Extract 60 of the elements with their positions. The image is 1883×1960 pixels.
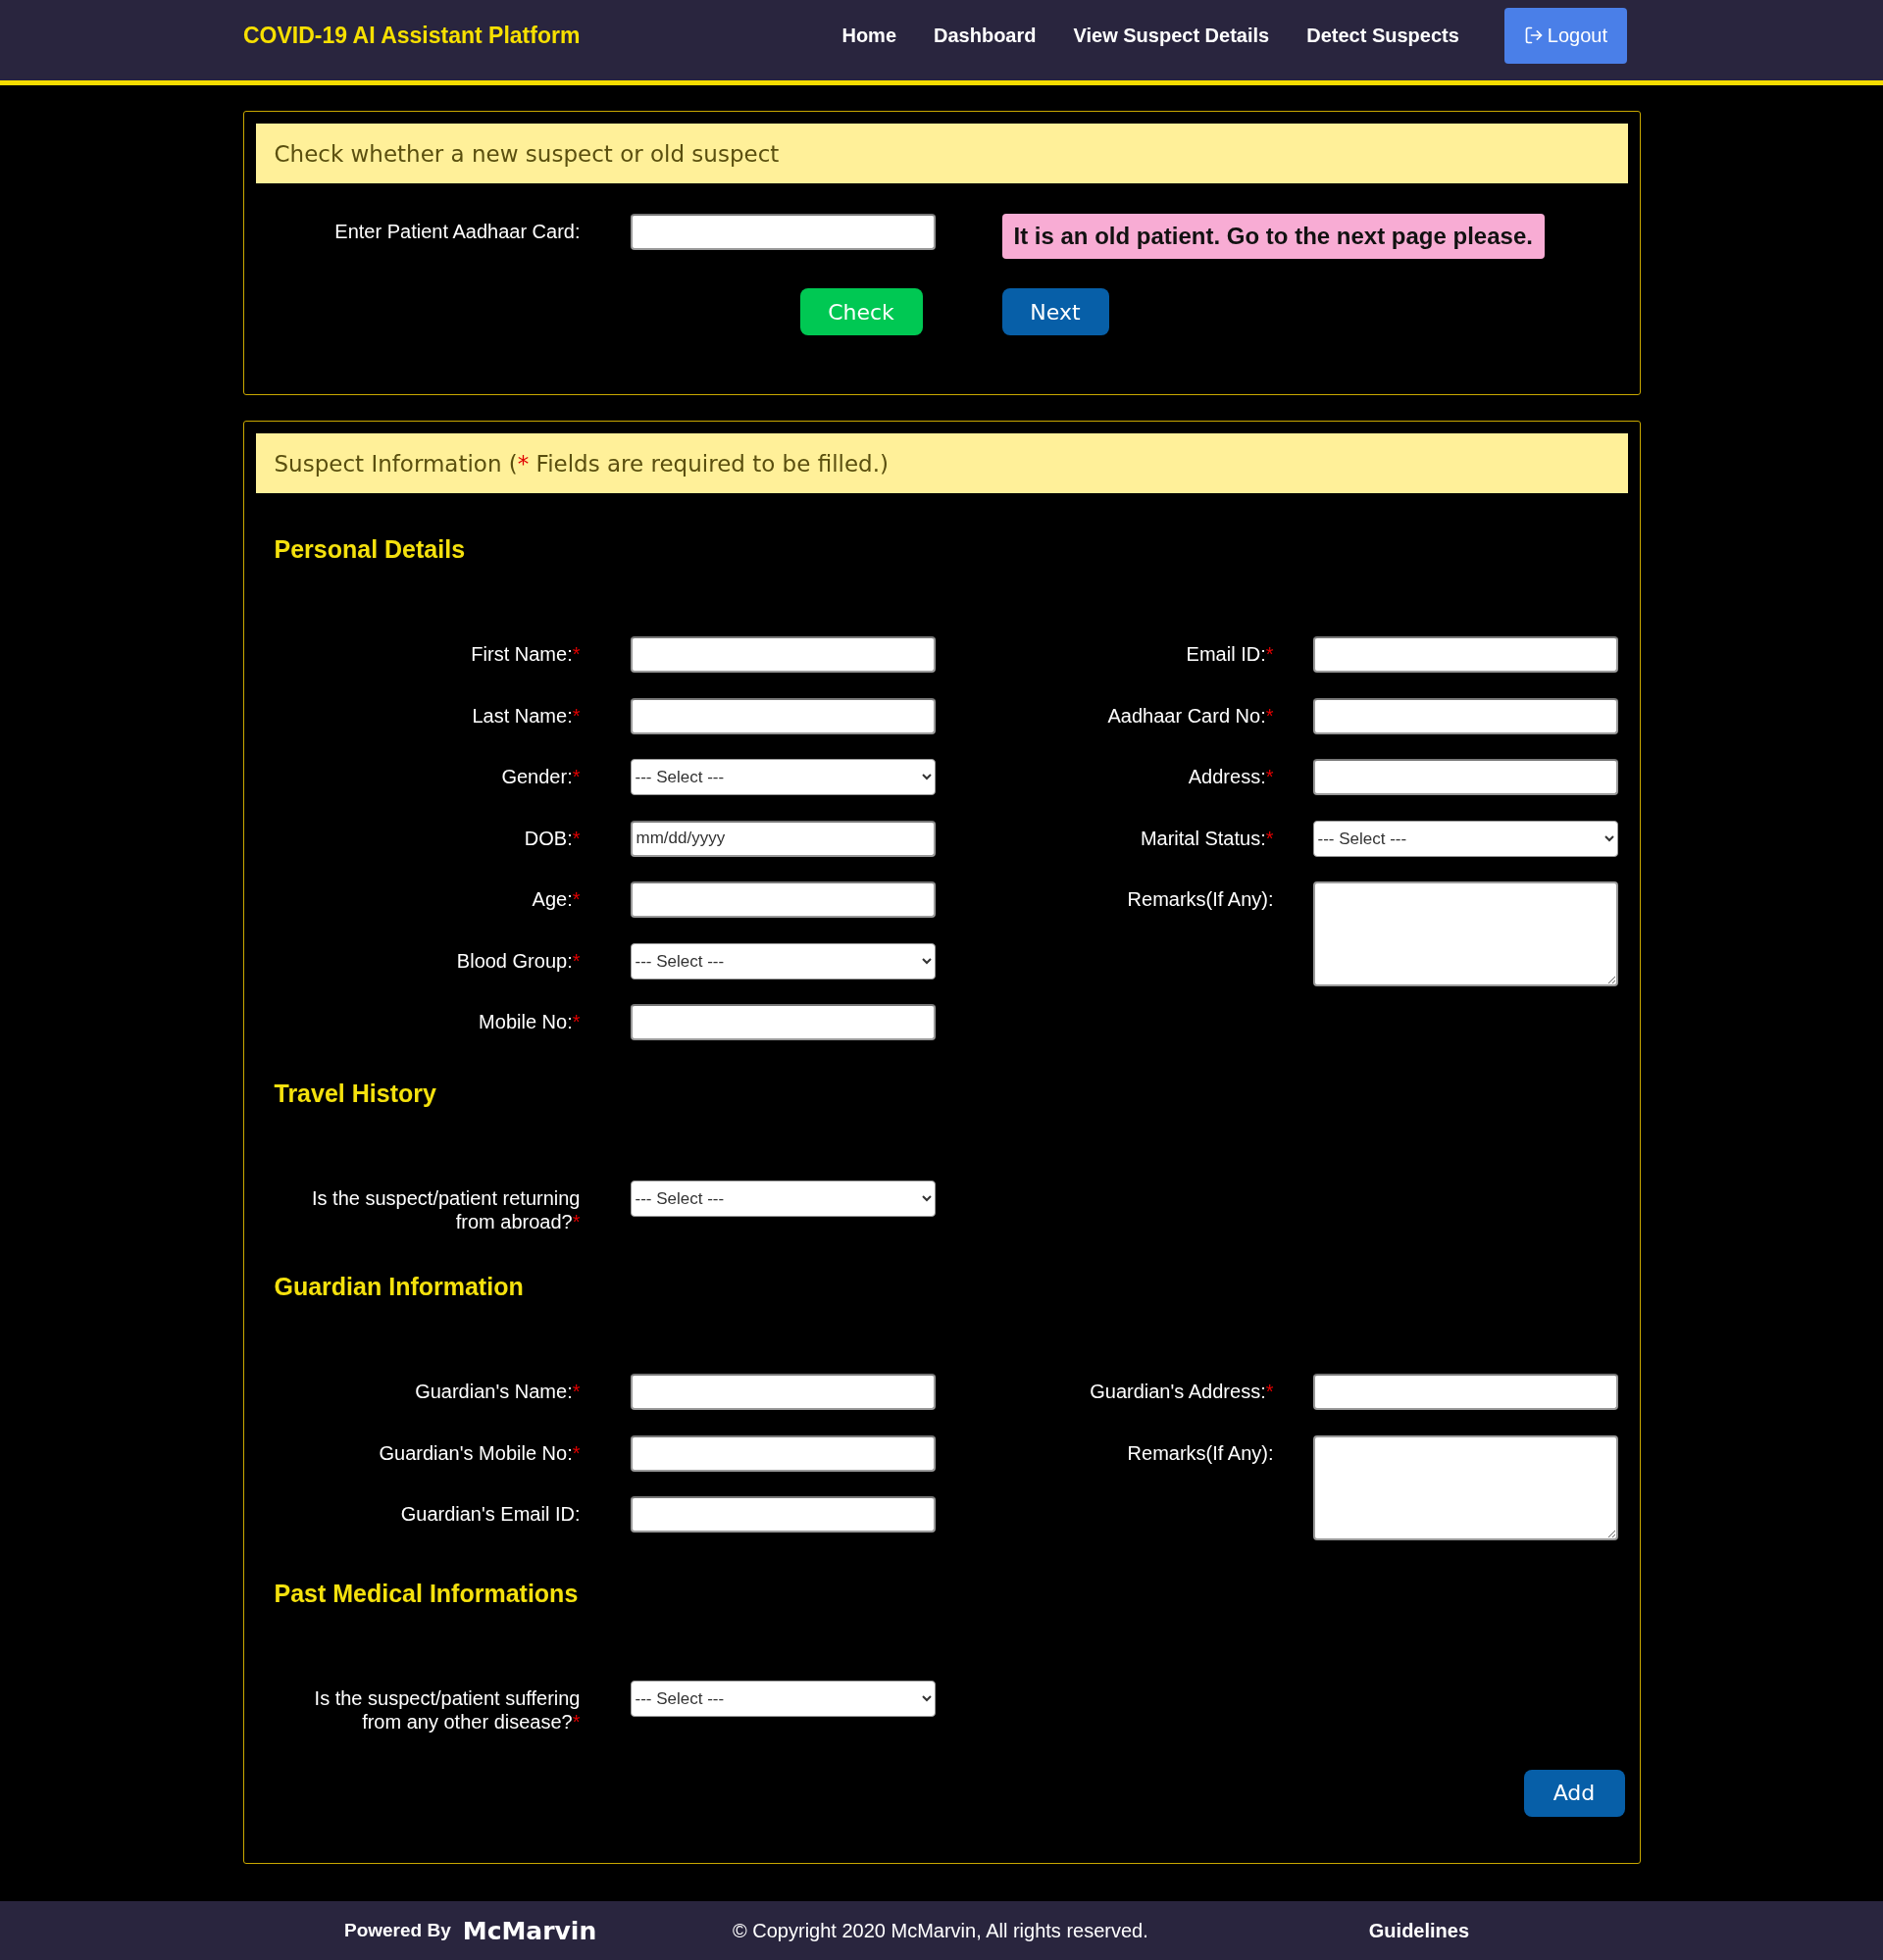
powered-by-text: Powered By: [344, 1920, 451, 1941]
select-field[interactable]: --- Select ---: [630, 942, 936, 980]
field-label: Guardian's Mobile No:*: [379, 1440, 581, 1466]
section-heading: Guardian Information: [274, 1272, 525, 1302]
brand-title: COVID-19 AI Assistant Platform: [243, 22, 582, 49]
select-field[interactable]: --- Select ---: [630, 1680, 936, 1717]
text-area[interactable]: [1312, 1434, 1618, 1540]
footer-logo: McMarvin: [462, 1916, 597, 1945]
card-title: Suspect Information (* Fields are required to be filled.): [274, 450, 889, 477]
select-field[interactable]: --- Select ---: [630, 1181, 936, 1217]
text-field[interactable]: [630, 1004, 936, 1040]
logout-icon: [1523, 25, 1544, 45]
section-heading: Past Medical Informations: [274, 1578, 580, 1609]
text-field[interactable]: [630, 636, 936, 673]
status-message: It is an old patient. Go to the next page please.: [1001, 214, 1545, 259]
field-label: Blood Group:*: [456, 948, 581, 974]
field-label: Email ID:*: [1186, 642, 1274, 667]
field-label: Last Name:*: [472, 703, 581, 729]
aadhaar-field[interactable]: [630, 214, 936, 250]
section-heading: Travel History: [274, 1079, 437, 1109]
field-label: Address:*: [1188, 765, 1274, 789]
field-label: Remarks(If Any):: [1127, 887, 1274, 912]
copyright-text: © Copyright 2020 McMarvin, All rights reserved.: [733, 1919, 1148, 1942]
select-field[interactable]: --- Select ---: [630, 759, 936, 795]
nav-link[interactable]: Home: [841, 24, 896, 47]
nav-link[interactable]: Detect Suspects: [1306, 24, 1459, 47]
guidelines-link[interactable]: Guidelines: [1368, 1919, 1470, 1942]
field-label: Age:*: [532, 887, 581, 912]
nav-link[interactable]: Dashboard: [934, 24, 1037, 47]
text-field[interactable]: [1312, 759, 1618, 795]
text-field[interactable]: [630, 697, 936, 734]
field-label: First Name:*: [471, 642, 581, 667]
text-field[interactable]: [630, 1374, 936, 1410]
field-label: Guardian's Email ID:: [400, 1502, 581, 1527]
nav-link[interactable]: View Suspect Details: [1073, 24, 1270, 47]
text-area[interactable]: [1312, 881, 1618, 986]
field-label: Enter Patient Aadhaar Card:: [334, 221, 581, 242]
field-label: Guardian's Name:*: [415, 1380, 581, 1404]
field-label: Marital Status:*: [1140, 826, 1274, 851]
field-label: Aadhaar Card No:*: [1107, 703, 1274, 729]
field-label: Guardian's Address:*: [1090, 1380, 1274, 1404]
next-button[interactable]: Next: [1001, 288, 1109, 335]
select-field[interactable]: --- Select ---: [1312, 820, 1618, 857]
field-label: Gender:*: [501, 765, 581, 789]
text-field[interactable]: [630, 881, 936, 918]
card-title: Check whether a new suspect or old suspect: [274, 140, 780, 167]
text-field[interactable]: [630, 1496, 936, 1533]
text-field[interactable]: [630, 1434, 936, 1472]
add-button[interactable]: Add: [1523, 1769, 1625, 1817]
field-label: DOB:*: [524, 826, 581, 851]
field-label: Is the suspect/patient suffering from any other disease?*: [313, 1685, 581, 1734]
logout-button[interactable]: Logout: [1503, 7, 1627, 64]
field-label: Is the suspect/patient returning from abroad?*: [311, 1186, 581, 1233]
field-label: Mobile No:*: [479, 1010, 581, 1034]
text-field[interactable]: [1312, 1374, 1618, 1410]
text-field[interactable]: [1312, 636, 1618, 673]
date-field[interactable]: mm/dd/yyyy: [630, 820, 936, 857]
section-heading: Personal Details: [274, 534, 467, 565]
text-field[interactable]: [1312, 697, 1618, 734]
field-label: Remarks(If Any):: [1127, 1440, 1274, 1466]
